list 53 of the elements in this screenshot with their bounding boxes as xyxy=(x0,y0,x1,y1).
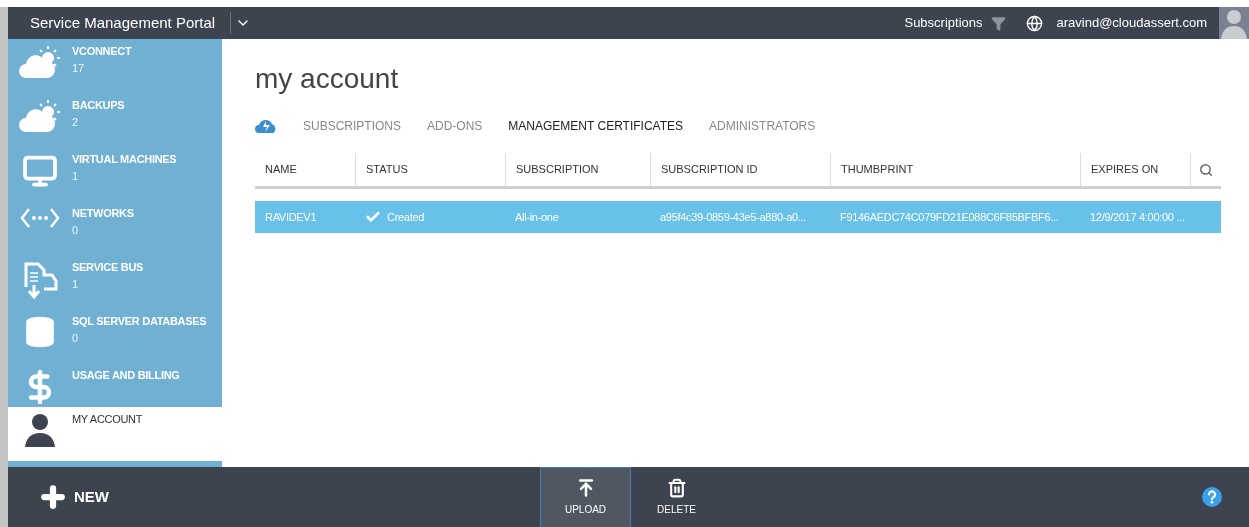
plus-icon xyxy=(38,482,68,512)
table-cell-text: Created xyxy=(387,209,425,225)
sidebar-label: SERVICE BUS xyxy=(72,260,144,275)
tab[interactable]: SUBSCRIPTIONS xyxy=(303,117,401,135)
sidebar-item[interactable]: MY ACCOUNT xyxy=(8,407,222,461)
document-download-icon xyxy=(22,261,58,299)
column-header[interactable]: STATUS xyxy=(355,153,505,186)
globe-icon[interactable] xyxy=(1025,14,1043,32)
tab[interactable]: ADMINISTRATORS xyxy=(709,117,816,135)
person-icon xyxy=(24,413,56,447)
cloud-sun-icon xyxy=(18,45,62,79)
sidebar-label: SQL SERVER DATABASES xyxy=(72,314,207,329)
monitor-icon xyxy=(22,153,58,189)
tab[interactable]: MANAGEMENT CERTIFICATES xyxy=(508,117,684,135)
filter-icon[interactable] xyxy=(990,15,1006,31)
sidebar-count: 17 xyxy=(72,60,86,76)
network-icon xyxy=(20,207,60,229)
subscriptions-link[interactable]: Subscriptions xyxy=(904,13,983,33)
table-cell-text: RAVIDEV1 xyxy=(265,209,317,225)
database-icon xyxy=(23,315,57,349)
sidebar-count: 1 xyxy=(72,168,80,184)
sidebar-label: NETWORKS xyxy=(72,206,134,221)
column-header[interactable]: SUBSCRIPTION xyxy=(505,153,650,186)
sidebar-label: VCONNECT xyxy=(72,44,132,59)
sidebar-label: VIRTUAL MACHINES xyxy=(72,152,177,167)
user-email[interactable]: aravind@cloudassert.com xyxy=(1056,13,1207,33)
upload-button[interactable]: UPLOAD xyxy=(540,467,631,527)
column-header[interactable]: EXPIRES ON xyxy=(1080,153,1190,186)
column-header[interactable]: NAME xyxy=(255,153,355,186)
tab[interactable]: ADD-ONS xyxy=(427,117,483,135)
sidebar-count: 1 xyxy=(72,276,80,292)
sidebar-label: USAGE AND BILLING xyxy=(72,368,180,383)
sidebar-count: 2 xyxy=(72,114,80,130)
sidebar-count: 0 xyxy=(72,330,80,346)
page-title: my account xyxy=(255,65,400,93)
new-button[interactable]: NEW xyxy=(8,467,540,527)
table-cell-text: 12/9/2017 4:00:00 ... xyxy=(1090,209,1185,225)
table-cell-text: F9146AEDC74C079FD21E088C6F85BFBF6... xyxy=(840,209,1059,225)
table-cell-text: a95f4c39-0859-43e5-a880-a0... xyxy=(660,209,807,225)
sidebar-label: BACKUPS xyxy=(72,98,125,113)
column-header[interactable]: THUMBPRINT xyxy=(830,153,1080,186)
check-icon xyxy=(365,209,381,225)
sidebar-count: 0 xyxy=(72,222,80,238)
help-icon[interactable] xyxy=(1202,487,1222,507)
sidebar-label: MY ACCOUNT xyxy=(72,412,143,427)
trash-icon xyxy=(666,477,687,498)
portal-title: Service Management Portal xyxy=(29,12,217,33)
delete-button[interactable]: DELETE xyxy=(631,467,722,527)
search-icon[interactable] xyxy=(1198,162,1213,177)
column-header[interactable]: SUBSCRIPTION ID xyxy=(650,153,830,186)
cloud-sun-icon xyxy=(18,99,62,133)
cloud-icon xyxy=(255,119,277,133)
table-cell-text: All-in-one xyxy=(515,209,559,225)
